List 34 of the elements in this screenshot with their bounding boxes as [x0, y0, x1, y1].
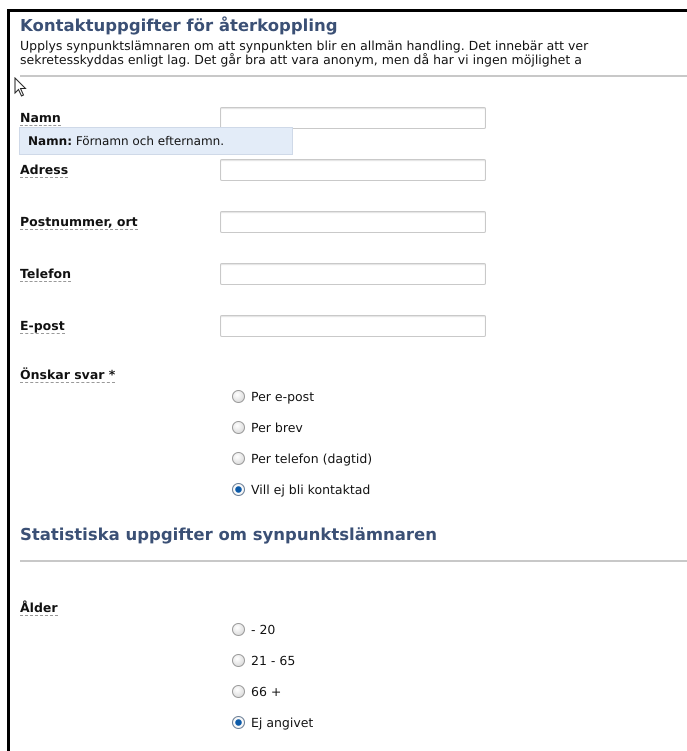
radio-button[interactable] — [232, 716, 245, 729]
tooltip: Namn: Förnamn och efternamn. — [19, 127, 293, 155]
radio-label: Per e-post — [251, 389, 314, 404]
field-label: Ålder — [20, 600, 58, 616]
radio-button[interactable] — [232, 421, 245, 434]
radio-button[interactable] — [232, 685, 245, 698]
input-field[interactable] — [220, 263, 486, 285]
radio-label: Per telefon (dagtid) — [251, 451, 372, 466]
cursor-icon — [14, 77, 28, 97]
radio-label: Ej angivet — [251, 715, 314, 730]
input-field[interactable] — [220, 315, 486, 337]
field-label: Önskar svar * — [20, 367, 116, 383]
radio-button[interactable] — [232, 483, 245, 496]
radio-label: 66 + — [251, 684, 282, 699]
input-field[interactable] — [220, 159, 486, 181]
field-label: Adress — [20, 162, 68, 178]
field-label: Telefon — [20, 266, 72, 282]
radio-button[interactable] — [232, 452, 245, 465]
radio-label: 21 - 65 — [251, 653, 296, 668]
section-heading: Statistiska uppgifter om synpunktslämnaren — [20, 525, 438, 544]
radio-button[interactable] — [232, 623, 245, 636]
field-label: Namn — [20, 110, 61, 126]
radio-label: Per brev — [251, 420, 303, 435]
radio-button[interactable] — [232, 390, 245, 403]
radio-label: - 20 — [251, 622, 276, 637]
input-field[interactable] — [220, 211, 486, 233]
section-heading: Kontaktuppgifter för återkoppling — [20, 16, 339, 35]
input-field[interactable] — [220, 107, 486, 129]
radio-label: Vill ej bli kontaktad — [251, 482, 370, 497]
intro-text: Upplys synpunktslämnaren om att synpunkten blir en allmän handling. Det innebär att ver — [20, 39, 588, 53]
field-label: Postnummer, ort — [20, 214, 138, 230]
field-label: E-post — [20, 318, 65, 334]
intro-text: sekretesskyddas enligt lag. Det går bra att vara anonym, men då har vi ingen möjlighet a — [20, 53, 582, 67]
radio-button[interactable] — [232, 654, 245, 667]
